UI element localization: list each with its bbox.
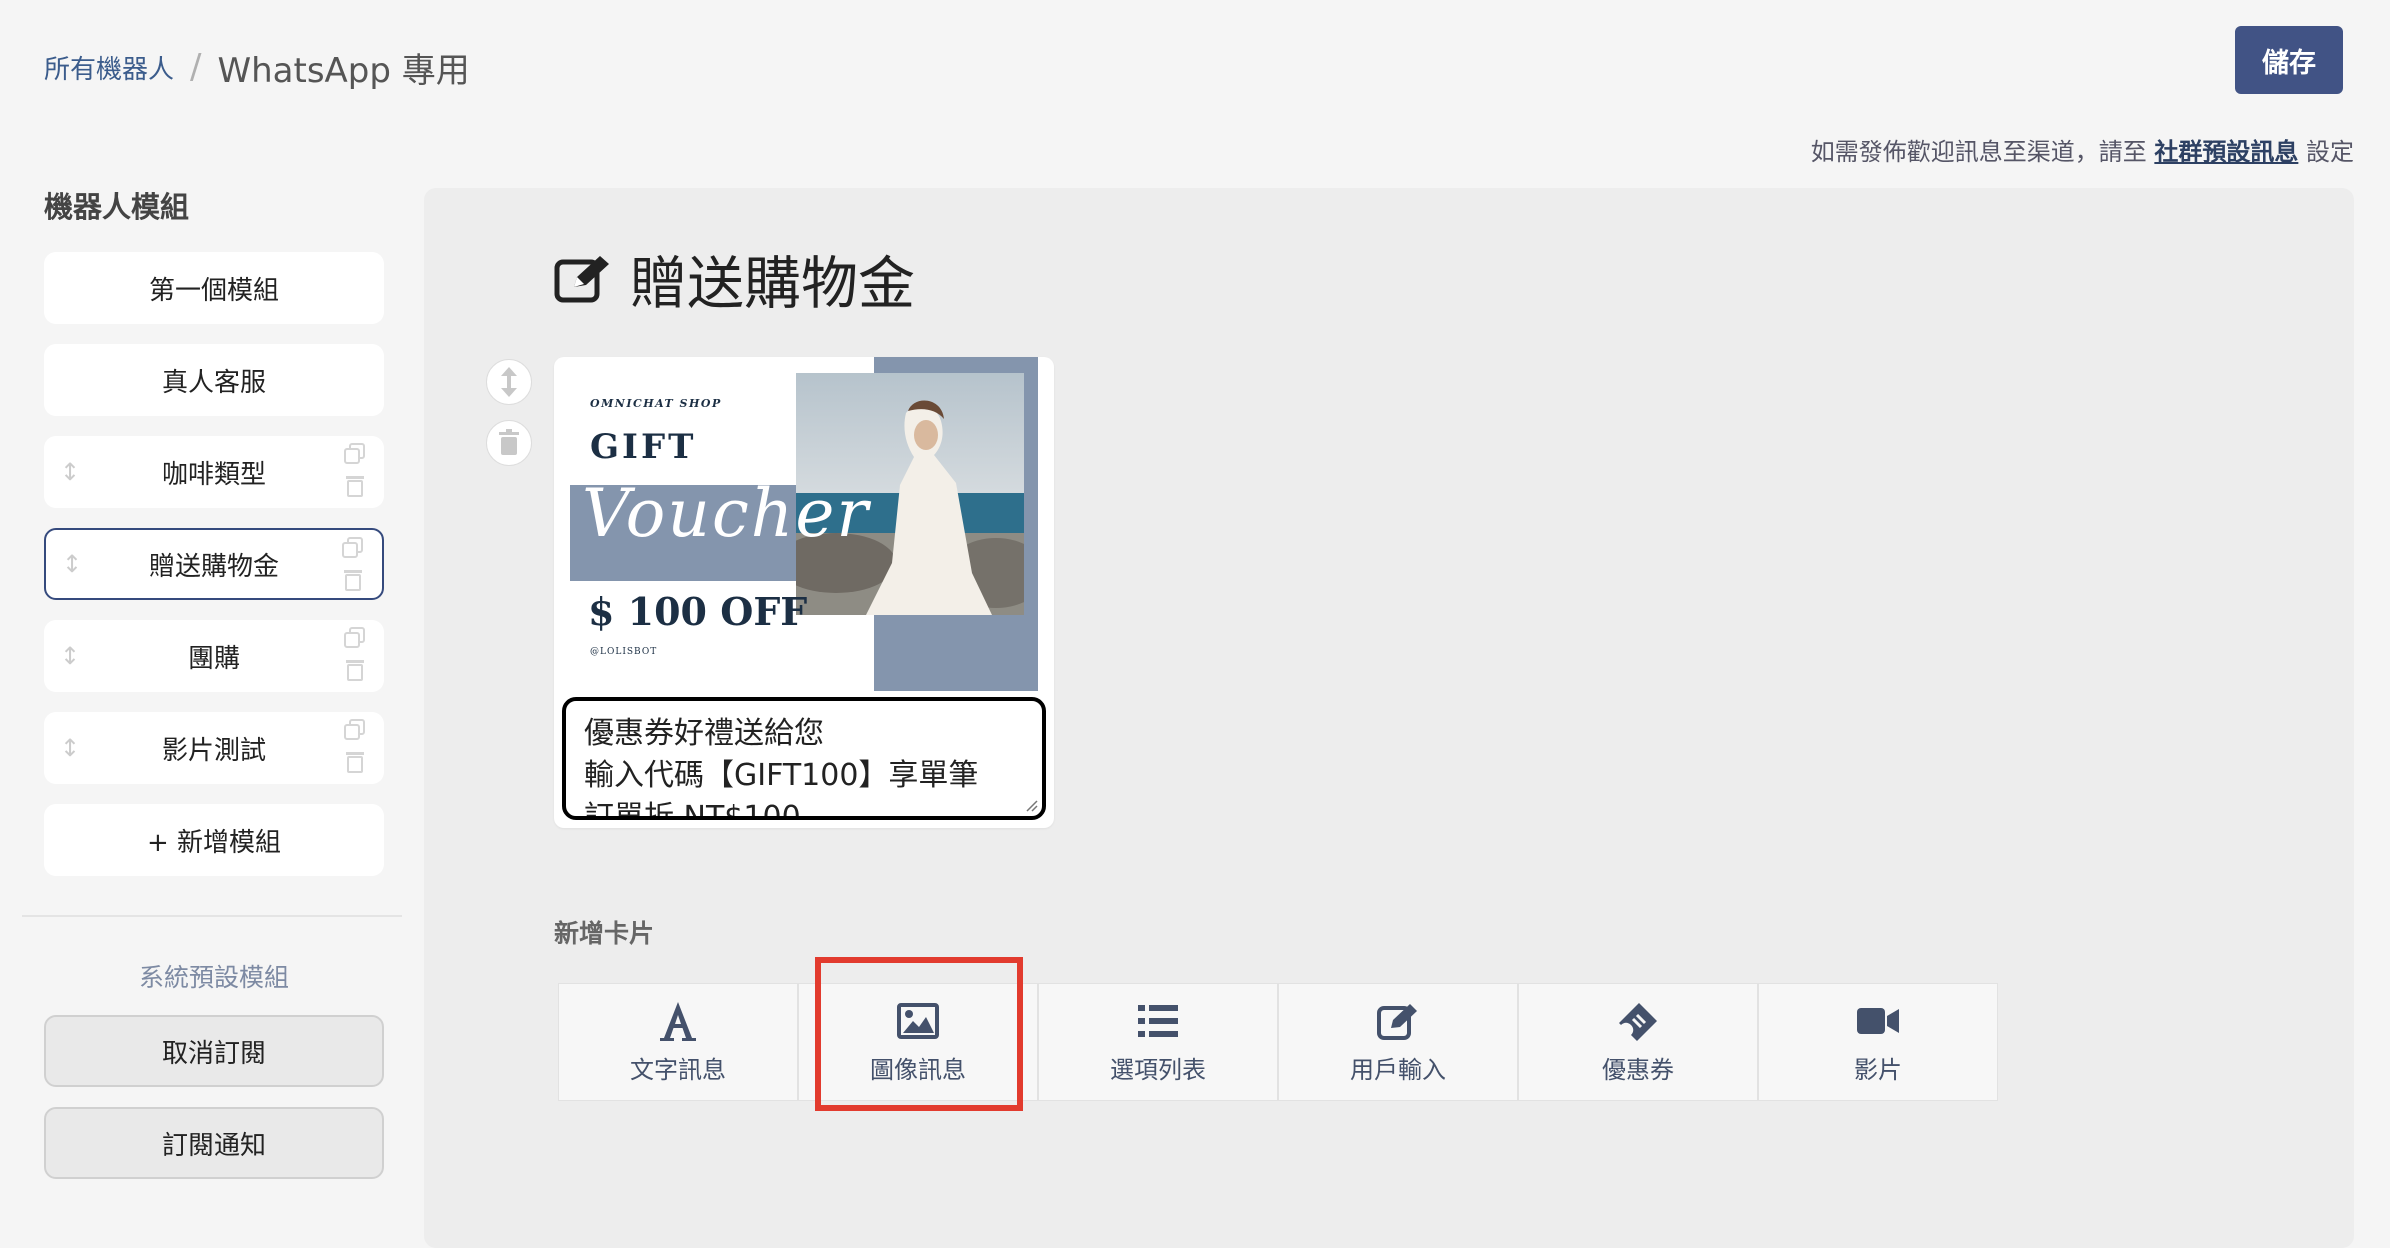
sidebar-item-first-module[interactable]: 第一個模組 bbox=[44, 252, 384, 324]
add-module-label: + 新增模組 bbox=[146, 827, 282, 858]
drag-handle-icon[interactable]: ↕ bbox=[62, 550, 82, 578]
copy-icon[interactable] bbox=[342, 718, 368, 742]
breadcrumb-all-bots-link[interactable]: 所有機器人 bbox=[44, 49, 174, 86]
drag-handle-icon[interactable]: ↕ bbox=[60, 642, 80, 670]
sidebar-item-label: 贈送購物金 bbox=[148, 551, 279, 582]
sidebar-item-video-test[interactable]: ↕ 影片測試 bbox=[44, 712, 384, 784]
system-item-subscription-notice[interactable]: 訂閱通知 bbox=[44, 1107, 384, 1179]
add-user-input-card-button[interactable]: 用戶輸入 bbox=[1278, 983, 1518, 1101]
copy-icon[interactable] bbox=[342, 626, 368, 650]
module-title: 贈送購物金 bbox=[554, 238, 915, 320]
add-module-button[interactable]: + 新增模組 bbox=[44, 804, 384, 876]
trash-icon[interactable] bbox=[340, 566, 366, 592]
breadcrumb: 所有機器人 / WhatsApp 專用 bbox=[44, 42, 470, 92]
voucher-image[interactable]: OMNICHAT SHOP GIFT Voucher $ 100 OFF @LO… bbox=[570, 357, 1038, 691]
save-button[interactable]: 儲存 bbox=[2235, 26, 2343, 94]
sidebar-title: 機器人模組 bbox=[44, 190, 190, 224]
notice-prefix: 如需發佈歡迎訊息至渠道，請至 bbox=[1810, 138, 2155, 166]
sidebar-item-group-buy[interactable]: ↕ 團購 bbox=[44, 620, 384, 692]
card-move-button[interactable] bbox=[486, 359, 532, 405]
add-card-label: 新增卡片 bbox=[554, 919, 655, 948]
edit-icon[interactable] bbox=[554, 253, 612, 305]
copy-icon[interactable] bbox=[340, 536, 366, 560]
copy-icon[interactable] bbox=[342, 442, 368, 466]
voucher-handle-text: @LOLISBOT bbox=[590, 647, 658, 657]
sidebar-item-gift-credit[interactable]: ↕ 贈送購物金 bbox=[44, 528, 384, 600]
add-text-card-button[interactable]: 文字訊息 bbox=[558, 983, 798, 1101]
tool-label: 用戶輸入 bbox=[1350, 1055, 1446, 1084]
card-text-line: 輸入代碼【GIFT100】享單筆 bbox=[584, 758, 979, 793]
add-coupon-card-button[interactable]: 優惠券 bbox=[1518, 983, 1758, 1101]
trash-icon bbox=[499, 429, 519, 455]
notice-suffix: 設定 bbox=[2298, 138, 2354, 166]
card-delete-button[interactable] bbox=[486, 420, 532, 466]
voucher-script-text: Voucher bbox=[582, 475, 870, 552]
tool-label: 影片 bbox=[1854, 1055, 1902, 1084]
sidebar-item-label: 影片測試 bbox=[161, 735, 266, 766]
breadcrumb-separator: / bbox=[190, 47, 202, 87]
sidebar-item-label: 第一個模組 bbox=[148, 275, 279, 306]
sidebar-item-human-agent[interactable]: 真人客服 bbox=[44, 344, 384, 416]
move-vertical-icon bbox=[501, 367, 517, 397]
sidebar-item-coffee-type[interactable]: ↕ 咖啡類型 bbox=[44, 436, 384, 508]
sidebar-item-label: 真人客服 bbox=[161, 367, 266, 398]
trash-icon[interactable] bbox=[342, 472, 368, 498]
resize-grip-icon[interactable] bbox=[1022, 796, 1038, 812]
trash-icon[interactable] bbox=[342, 656, 368, 682]
card-text-line: 優惠券好禮送給您 bbox=[584, 716, 824, 751]
module-title-text: 贈送購物金 bbox=[630, 251, 915, 317]
add-card-toolbar: 文字訊息 圖像訊息 選項列表 用戶輸入 優惠券 影片 bbox=[558, 983, 1998, 1101]
edit-icon bbox=[1377, 1003, 1417, 1040]
voucher-shop-name: OMNICHAT SHOP bbox=[590, 397, 722, 410]
text-icon bbox=[660, 1001, 696, 1041]
image-card-highlight-box bbox=[815, 957, 1023, 1111]
voucher-price-text: $ 100 OFF bbox=[588, 589, 808, 634]
drag-handle-icon[interactable]: ↕ bbox=[60, 734, 80, 762]
system-item-label: 訂閱通知 bbox=[161, 1130, 266, 1161]
voucher-gift-text: GIFT bbox=[590, 427, 697, 467]
add-video-card-button[interactable]: 影片 bbox=[1758, 983, 1998, 1101]
tool-label: 選項列表 bbox=[1110, 1055, 1206, 1084]
trash-icon[interactable] bbox=[342, 748, 368, 774]
tool-label: 優惠券 bbox=[1602, 1055, 1674, 1084]
video-icon bbox=[1857, 1007, 1899, 1034]
add-list-card-button[interactable]: 選項列表 bbox=[1038, 983, 1278, 1101]
sidebar-item-label: 團購 bbox=[187, 643, 240, 674]
system-item-unsubscribe[interactable]: 取消訂閱 bbox=[44, 1015, 384, 1087]
notice-text: 如需發佈歡迎訊息至渠道，請至 社群預設訊息 設定 bbox=[1811, 132, 2354, 167]
sidebar-item-label: 咖啡類型 bbox=[161, 459, 266, 490]
card-text-line: 訂單折 NT$100 bbox=[584, 800, 801, 820]
card-text-input[interactable]: 優惠券好禮送給您 輸入代碼【GIFT100】享單筆 訂單折 NT$100 bbox=[562, 697, 1046, 820]
ticket-icon bbox=[1619, 1002, 1657, 1041]
social-default-message-link[interactable]: 社群預設訊息 bbox=[2154, 138, 2298, 166]
tool-label: 文字訊息 bbox=[630, 1055, 726, 1084]
drag-handle-icon[interactable]: ↕ bbox=[60, 458, 80, 486]
sidebar-divider bbox=[22, 915, 402, 917]
system-item-label: 取消訂閱 bbox=[161, 1038, 266, 1069]
breadcrumb-current: WhatsApp 專用 bbox=[217, 50, 470, 91]
image-text-card: OMNICHAT SHOP GIFT Voucher $ 100 OFF @LO… bbox=[554, 357, 1054, 828]
system-modules-title: 系統預設模組 bbox=[138, 963, 289, 992]
list-icon bbox=[1138, 1004, 1178, 1037]
